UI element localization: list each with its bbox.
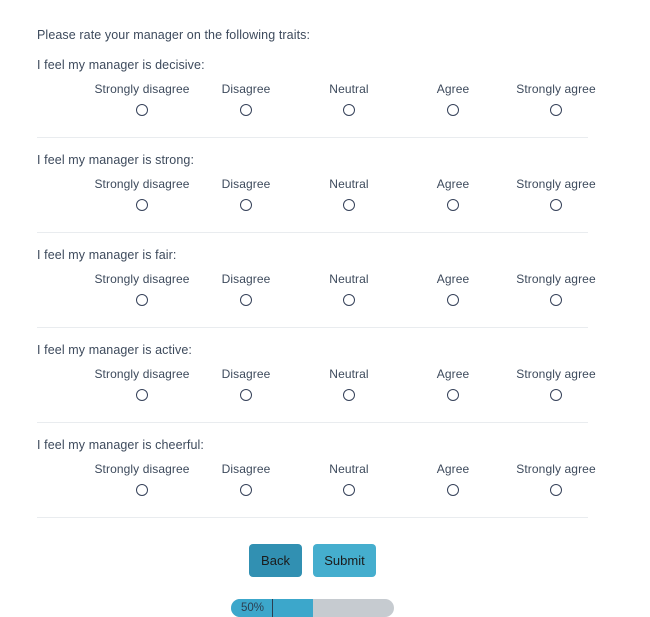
radio-q2-disagree[interactable] [240,199,252,211]
radio-q5-strongly-agree[interactable] [550,484,562,496]
radio-q2-strongly-agree[interactable] [550,199,562,211]
question-block: I feel my manager is fair: Strongly disa… [37,233,596,328]
scale-option-label: Strongly agree [516,177,596,191]
scale-option-strongly-agree: Strongly agree [491,82,621,121]
likert-scale: Strongly disagree Disagree Neutral Agree… [37,462,596,508]
likert-scale: Strongly disagree Disagree Neutral Agree… [37,177,596,223]
radio-q3-strongly-disagree[interactable] [136,294,148,306]
progress-bar[interactable]: 50% [231,599,394,617]
question-block: I feel my manager is active: Strongly di… [37,328,596,423]
radio-q2-neutral[interactable] [343,199,355,211]
scale-option-label: Strongly agree [516,272,596,286]
radio-q3-strongly-agree[interactable] [550,294,562,306]
radio-q4-neutral[interactable] [343,389,355,401]
back-button[interactable]: Back [249,544,302,577]
question-label: I feel my manager is strong: [37,153,195,167]
progress-percent-label: 50% [231,599,274,617]
radio-q3-neutral[interactable] [343,294,355,306]
likert-scale: Strongly disagree Disagree Neutral Agree… [37,82,596,128]
radio-q1-disagree[interactable] [240,104,252,116]
radio-q4-agree[interactable] [447,389,459,401]
scale-option-strongly-agree: Strongly agree [491,462,621,501]
survey-content: Please rate your manager on the followin… [37,0,596,617]
submit-button[interactable]: Submit [313,544,376,577]
scale-option-label: Strongly agree [516,462,596,476]
radio-q5-disagree[interactable] [240,484,252,496]
radio-q1-neutral[interactable] [343,104,355,116]
question-block: I feel my manager is cheerful: Strongly … [37,423,596,518]
question-label: I feel my manager is decisive: [37,58,205,72]
radio-q2-agree[interactable] [447,199,459,211]
progress-container: 50% [37,577,588,617]
radio-q4-disagree[interactable] [240,389,252,401]
scale-option-label: Strongly agree [516,367,596,381]
question-block: I feel my manager is decisive: Strongly … [37,43,596,138]
radio-q3-disagree[interactable] [240,294,252,306]
survey-page: Please rate your manager on the followin… [0,0,650,617]
radio-q5-strongly-disagree[interactable] [136,484,148,496]
radio-q1-strongly-disagree[interactable] [136,104,148,116]
radio-q1-strongly-agree[interactable] [550,104,562,116]
question-label: I feel my manager is fair: [37,248,177,262]
radio-q5-neutral[interactable] [343,484,355,496]
radio-q4-strongly-disagree[interactable] [136,389,148,401]
question-label: I feel my manager is cheerful: [37,438,204,452]
radio-q2-strongly-disagree[interactable] [136,199,148,211]
survey-intro-text: Please rate your manager on the followin… [37,28,311,42]
radio-q5-agree[interactable] [447,484,459,496]
scale-option-label: Strongly agree [516,82,596,96]
form-actions: Back Submit [37,518,588,577]
scale-option-strongly-agree: Strongly agree [491,272,621,311]
radio-q1-agree[interactable] [447,104,459,116]
question-block: I feel my manager is strong: Strongly di… [37,138,596,233]
likert-scale: Strongly disagree Disagree Neutral Agree… [37,367,596,413]
radio-q3-agree[interactable] [447,294,459,306]
likert-scale: Strongly disagree Disagree Neutral Agree… [37,272,596,318]
scale-option-strongly-agree: Strongly agree [491,367,621,406]
question-label: I feel my manager is active: [37,343,192,357]
radio-q4-strongly-agree[interactable] [550,389,562,401]
scale-option-strongly-agree: Strongly agree [491,177,621,216]
